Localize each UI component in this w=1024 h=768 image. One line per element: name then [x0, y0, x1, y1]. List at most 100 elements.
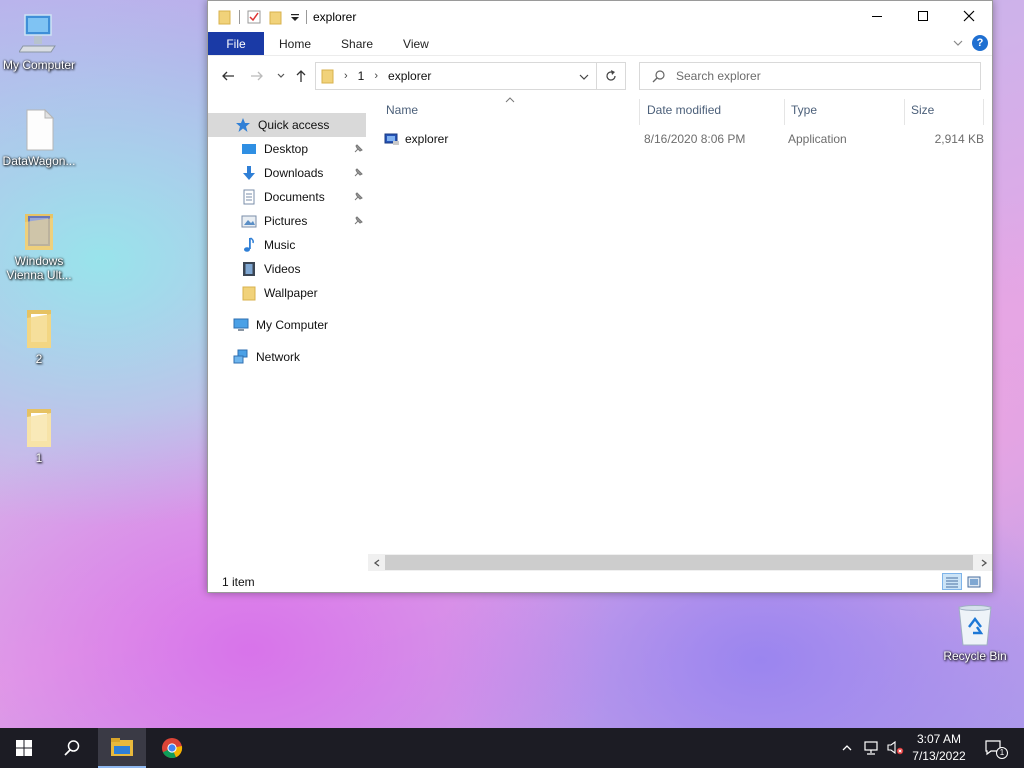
- title-bar[interactable]: explorer: [208, 1, 992, 32]
- folder-icon: [240, 284, 258, 302]
- file-list: Name Date modified Type Size explorer 8/…: [366, 95, 992, 555]
- desktop-icon: [240, 140, 258, 158]
- customize-dropdown-icon[interactable]: [290, 9, 300, 25]
- nav-item-label: Network: [256, 350, 301, 364]
- desktop-icon-datawagon[interactable]: DataWagon...: [0, 108, 78, 168]
- music-note-icon: [240, 236, 258, 254]
- arrow-left-icon: [222, 71, 234, 81]
- search-icon: [652, 70, 665, 83]
- desktop-icon-label: 1: [35, 451, 43, 465]
- chrome-icon: [162, 738, 183, 759]
- up-button[interactable]: [292, 67, 310, 85]
- nav-item-my-computer[interactable]: My Computer: [208, 313, 366, 337]
- close-button[interactable]: [946, 1, 992, 31]
- search-placeholder: Search explorer: [676, 69, 761, 83]
- new-folder-icon[interactable]: [268, 9, 284, 25]
- nav-item-documents[interactable]: Documents: [208, 185, 366, 209]
- windows-logo-icon: [16, 740, 32, 756]
- table-row[interactable]: explorer 8/16/2020 8:06 PM Application 2…: [376, 127, 988, 151]
- tab-share[interactable]: Share: [326, 32, 388, 55]
- nav-item-wallpaper[interactable]: Wallpaper: [208, 281, 366, 305]
- horizontal-scrollbar[interactable]: [368, 554, 992, 571]
- recycle-bin-icon: [958, 605, 992, 646]
- desktop-icon-label: My Computer: [2, 58, 76, 72]
- view-switcher: [942, 573, 984, 590]
- explorer-window: explorer File Home Share View ? › 1 › ex…: [207, 0, 993, 593]
- column-divider[interactable]: [983, 99, 984, 125]
- properties-icon[interactable]: [246, 9, 262, 25]
- pictures-icon: [240, 212, 258, 230]
- volume-tray-button[interactable]: [884, 728, 906, 768]
- breadcrumb-item[interactable]: 1: [358, 69, 365, 83]
- column-header-size[interactable]: Size: [904, 95, 982, 125]
- scrollbar-thumb[interactable]: [385, 555, 973, 570]
- refresh-icon: [606, 70, 616, 81]
- folder-icon: [27, 310, 51, 348]
- nav-item-pictures[interactable]: Pictures: [208, 209, 366, 233]
- tab-home[interactable]: Home: [264, 32, 326, 55]
- desktop-icon-folder-1[interactable]: 1: [0, 405, 78, 465]
- column-header-date-modified[interactable]: Date modified: [640, 95, 784, 125]
- large-icons-view-button[interactable]: [964, 573, 984, 590]
- forward-button[interactable]: [248, 67, 266, 85]
- nav-item-label: My Computer: [256, 318, 329, 332]
- taskbar-chrome[interactable]: [148, 728, 196, 768]
- scroll-right-button[interactable]: [975, 554, 992, 571]
- breadcrumb-separator[interactable]: ›: [374, 70, 378, 82]
- tab-view[interactable]: View: [388, 32, 444, 55]
- minimize-button[interactable]: [854, 1, 900, 31]
- column-header-type[interactable]: Type: [784, 95, 904, 125]
- recent-locations-button[interactable]: [272, 67, 290, 85]
- file-date-cell: 8/16/2020 8:06 PM: [644, 132, 746, 146]
- nav-item-desktop[interactable]: Desktop: [208, 137, 366, 161]
- desktop-icon-folder-2[interactable]: 2: [0, 306, 78, 366]
- clock-time: 3:07 AM: [916, 732, 962, 746]
- system-clock[interactable]: 3:07 AM 7/13/2022: [905, 731, 973, 765]
- nav-item-videos[interactable]: Videos: [208, 257, 366, 281]
- file-explorer-icon: [111, 738, 133, 756]
- search-icon: [64, 740, 80, 756]
- search-button[interactable]: [48, 728, 96, 768]
- nav-item-network[interactable]: Network: [208, 345, 366, 369]
- folder-icon[interactable]: [217, 9, 233, 25]
- desktop-icon-windows-vienna[interactable]: Windows Vienna Ult...: [0, 208, 78, 282]
- taskbar-file-explorer[interactable]: [98, 728, 146, 768]
- start-button[interactable]: [0, 728, 48, 768]
- details-view-button[interactable]: [942, 573, 962, 590]
- show-hidden-icons-button[interactable]: [838, 728, 856, 768]
- search-box[interactable]: Search explorer: [639, 62, 981, 90]
- pin-icon: [354, 192, 363, 201]
- address-bar[interactable]: › 1 › explorer: [315, 62, 597, 90]
- scroll-left-button[interactable]: [368, 554, 385, 571]
- desktop-icon-my-computer[interactable]: My Computer: [0, 12, 78, 72]
- column-header-label: Date modified: [647, 103, 722, 117]
- sort-ascending-icon: [505, 97, 515, 103]
- monitor-icon: [19, 14, 56, 53]
- nav-item-label: Quick access: [258, 118, 330, 132]
- network-tray-button[interactable]: [861, 728, 881, 768]
- nav-item-downloads[interactable]: Downloads: [208, 161, 366, 185]
- back-button[interactable]: [219, 67, 237, 85]
- chevron-left-icon: [373, 558, 379, 567]
- tab-file[interactable]: File: [208, 32, 264, 55]
- desktop-icon-recycle-bin[interactable]: Recycle Bin: [936, 603, 1014, 663]
- nav-item-quick-access[interactable]: Quick access: [208, 113, 366, 137]
- address-dropdown-icon[interactable]: [578, 71, 590, 83]
- arrow-right-icon: [251, 71, 263, 81]
- nav-item-music[interactable]: Music: [208, 233, 366, 257]
- folder-icon: [27, 409, 51, 447]
- breadcrumb-item[interactable]: explorer: [388, 69, 431, 83]
- column-header-label: Type: [791, 103, 818, 117]
- pin-icon: [354, 144, 363, 153]
- help-icon[interactable]: ?: [972, 35, 988, 51]
- maximize-icon: [918, 11, 928, 21]
- nav-item-label: Music: [264, 238, 296, 252]
- notifications-button[interactable]: 1: [980, 728, 1010, 768]
- breadcrumb-separator[interactable]: ›: [344, 70, 348, 82]
- toolbar-separator: [239, 9, 240, 24]
- arrow-up-icon: [296, 70, 306, 82]
- expand-ribbon-icon[interactable]: [952, 37, 964, 49]
- volume-muted-icon: [887, 740, 904, 755]
- refresh-button[interactable]: [597, 62, 626, 90]
- maximize-button[interactable]: [900, 1, 946, 31]
